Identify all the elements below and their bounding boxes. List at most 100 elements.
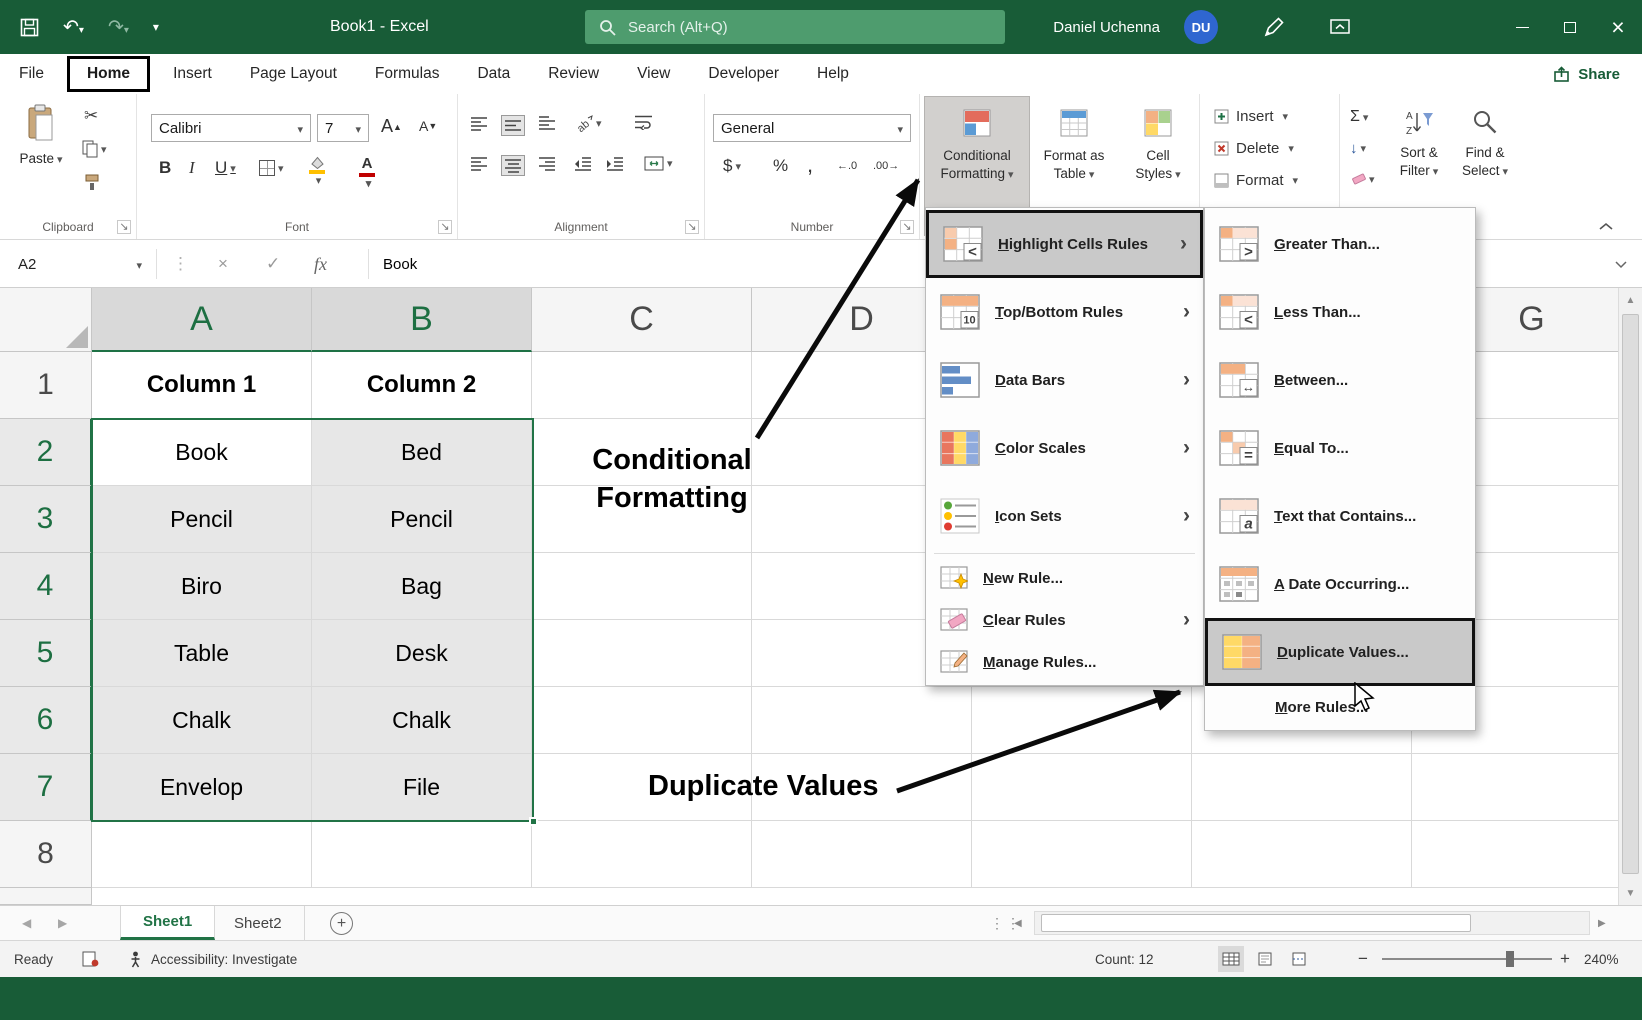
cell-A5[interactable]: Table	[92, 620, 312, 687]
zoom-in-button[interactable]: +	[1560, 941, 1570, 977]
font-name-dropdown-icon[interactable]	[294, 120, 303, 137]
collapse-ribbon-icon[interactable]	[1598, 221, 1614, 231]
cell-A6[interactable]: Chalk	[92, 687, 312, 754]
menu-item-manage-rules[interactable]: Manage Rules...	[926, 641, 1203, 683]
cell-E8[interactable]	[972, 821, 1192, 888]
row-header-5[interactable]: 5	[0, 620, 92, 687]
vertical-scroll-thumb[interactable]	[1622, 314, 1639, 874]
new-sheet-button[interactable]: +	[330, 912, 353, 935]
active-cell-A2[interactable]: Book	[92, 419, 312, 486]
cell-D6[interactable]	[752, 687, 972, 754]
align-right-icon[interactable]	[538, 156, 556, 171]
expand-formula-bar-icon[interactable]	[1614, 260, 1628, 269]
sheet-nav-right-icon[interactable]: ▶	[58, 906, 67, 940]
sheet-tab-sheet2[interactable]: Sheet2	[212, 906, 305, 940]
zoom-slider-thumb[interactable]	[1506, 951, 1514, 967]
font-size-combo[interactable]: 7	[317, 114, 369, 142]
wrap-text-icon[interactable]	[634, 114, 653, 130]
select-all-corner[interactable]	[0, 288, 92, 352]
currency-format-icon[interactable]: $	[723, 156, 741, 176]
cell-C6[interactable]	[532, 687, 752, 754]
cell-B8[interactable]	[312, 821, 532, 888]
confirm-entry-icon[interactable]: ✓	[266, 249, 280, 279]
row-header-6[interactable]: 6	[0, 687, 92, 754]
zoom-slider[interactable]	[1382, 958, 1552, 960]
row-header-9[interactable]	[0, 888, 92, 905]
cell-D8[interactable]	[752, 821, 972, 888]
tab-help[interactable]: Help	[798, 54, 868, 94]
row-header-8[interactable]: 8	[0, 821, 92, 888]
autosum-icon[interactable]: Σ	[1350, 108, 1368, 126]
cell-C8[interactable]	[532, 821, 752, 888]
font-dialog-launcher-icon[interactable]: ↘	[438, 220, 452, 234]
cell-A1[interactable]: Column 1	[92, 352, 312, 419]
tab-insert[interactable]: Insert	[154, 54, 231, 94]
italic-button[interactable]: I	[189, 158, 195, 178]
menu-item-top-bottom-rules[interactable]: 10 Top/Bottom Rules ›	[926, 278, 1203, 346]
cell-C1[interactable]	[532, 352, 752, 419]
borders-button[interactable]	[259, 160, 284, 176]
tab-developer[interactable]: Developer	[689, 54, 798, 94]
menu-item-greater-than[interactable]: > Greater Than...	[1205, 210, 1475, 278]
cell-E7[interactable]	[972, 754, 1192, 821]
normal-view-button[interactable]	[1218, 946, 1244, 972]
save-icon[interactable]	[20, 18, 39, 37]
scroll-up-icon[interactable]: ▲	[1619, 288, 1642, 312]
font-name-combo[interactable]: Calibri	[151, 114, 311, 142]
redo-icon[interactable]: ↷▾	[108, 16, 129, 39]
cell-F8[interactable]	[1192, 821, 1412, 888]
row-header-7[interactable]: 7	[0, 754, 92, 821]
status-count[interactable]: Count: 12	[1095, 941, 1154, 977]
orientation-icon[interactable]: ab	[574, 114, 602, 132]
paste-button[interactable]: Paste	[12, 100, 70, 216]
name-box-dropdown-icon[interactable]	[133, 256, 142, 273]
cell-G7[interactable]	[1412, 754, 1642, 821]
increase-decimal-icon[interactable]: ←.0	[837, 160, 857, 172]
cell-A3[interactable]: Pencil	[92, 486, 312, 553]
fill-color-button[interactable]	[309, 156, 325, 187]
font-size-dropdown-icon[interactable]	[352, 120, 361, 137]
cell-B6[interactable]: Chalk	[312, 687, 532, 754]
row-header-1[interactable]: 1	[0, 352, 92, 419]
cut-icon[interactable]: ✂	[84, 106, 98, 126]
cell-C5[interactable]	[532, 620, 752, 687]
insert-function-icon[interactable]: fx	[314, 249, 327, 279]
increase-indent-icon[interactable]	[606, 156, 624, 171]
align-middle-icon[interactable]	[502, 116, 524, 135]
menu-item-less-than[interactable]: < Less Than...	[1205, 278, 1475, 346]
undo-icon[interactable]: ↶▾	[63, 16, 84, 39]
increase-font-icon[interactable]: A▲	[381, 116, 402, 137]
cell-B5[interactable]: Desk	[312, 620, 532, 687]
align-center-icon[interactable]	[502, 156, 524, 175]
menu-item-data-bars[interactable]: Data Bars ›	[926, 346, 1203, 414]
merge-center-icon[interactable]	[644, 156, 673, 171]
percent-format-icon[interactable]: %	[773, 156, 788, 176]
menu-item-more-rules[interactable]: More Rules...	[1205, 686, 1475, 728]
row-header-2[interactable]: 2	[0, 419, 92, 486]
cell-B7[interactable]: File	[312, 754, 532, 821]
zoom-out-button[interactable]: −	[1358, 941, 1368, 977]
decrease-font-icon[interactable]: A▼	[419, 118, 437, 134]
clear-icon[interactable]	[1350, 172, 1375, 186]
underline-button[interactable]: U	[215, 158, 236, 178]
cell-B3[interactable]: Pencil	[312, 486, 532, 553]
hscroll-left-icon[interactable]: ◀	[1014, 906, 1022, 940]
tab-file[interactable]: File	[0, 54, 63, 94]
cell-A8[interactable]	[92, 821, 312, 888]
menu-item-equal-to[interactable]: = Equal To...	[1205, 414, 1475, 482]
tab-home[interactable]: Home	[67, 56, 150, 92]
sheet-nav-left-icon[interactable]: ◀	[22, 906, 31, 940]
fill-down-icon[interactable]: ↓	[1350, 140, 1366, 157]
alignment-dialog-launcher-icon[interactable]: ↘	[685, 220, 699, 234]
hscroll-right-icon[interactable]: ▶	[1598, 906, 1606, 940]
menu-item-clear-rules[interactable]: Clear Rules ›	[926, 599, 1203, 641]
menu-item-icon-sets[interactable]: Icon Sets ›	[926, 482, 1203, 550]
zoom-level[interactable]: 240%	[1584, 941, 1619, 977]
horizontal-scroll-thumb[interactable]	[1041, 914, 1471, 932]
format-cells-button[interactable]: Format	[1214, 172, 1298, 189]
cell-B4[interactable]: Bag	[312, 553, 532, 620]
horizontal-scrollbar[interactable]	[1034, 911, 1590, 935]
menu-item-duplicate-values[interactable]: Duplicate Values...	[1205, 618, 1475, 686]
menu-item-text-that-contains[interactable]: a Text that Contains...	[1205, 482, 1475, 550]
vertical-scrollbar[interactable]: ▲ ▼	[1618, 288, 1642, 905]
